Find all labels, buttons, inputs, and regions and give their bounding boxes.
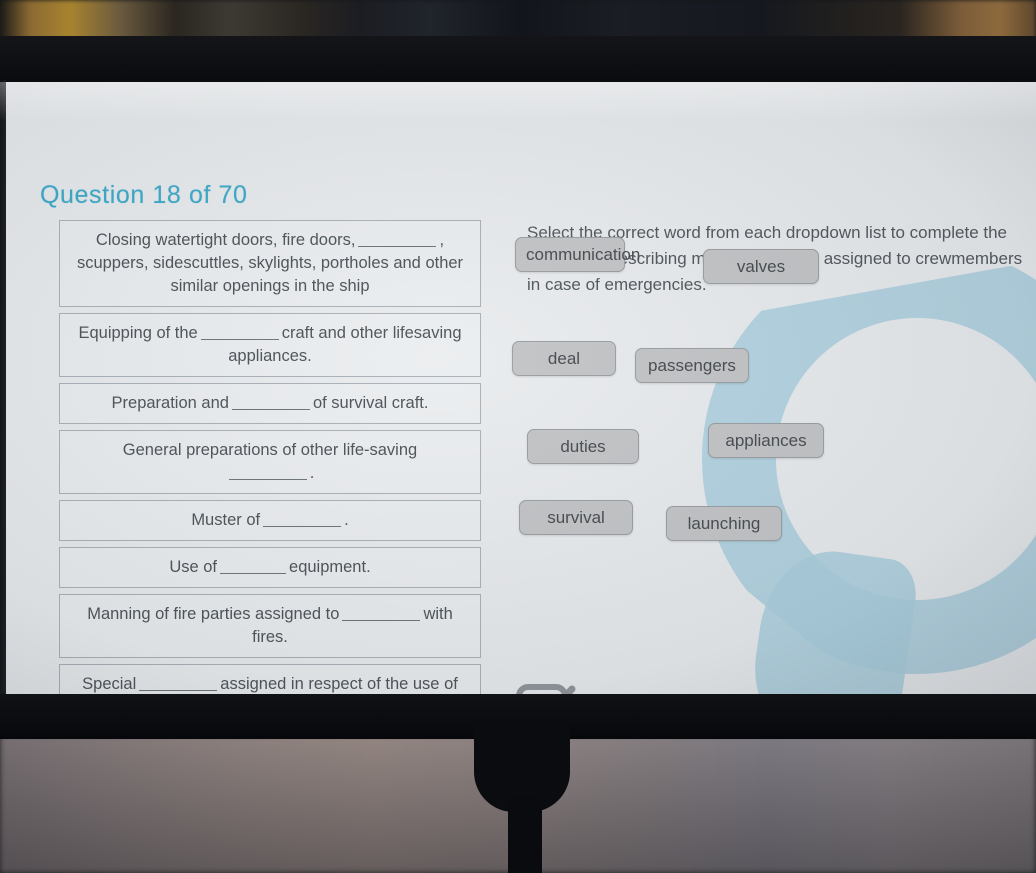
- sentence-post-text: of survival craft.: [312, 394, 429, 412]
- sentence-pre-text: General preparations of other life-savin…: [122, 441, 418, 459]
- sentence-item-muster-of[interactable]: Muster of.: [59, 500, 481, 541]
- monitor-screen: Question 18 of 70 Closing watertight doo…: [6, 82, 1036, 694]
- word-option-survival[interactable]: survival: [519, 500, 633, 535]
- sentence-item-closing-watertight-doors[interactable]: Closing watertight doors, fire doors,, s…: [59, 220, 481, 307]
- sentence-post-text: .: [344, 511, 349, 529]
- sentence-post-text: equipment.: [289, 558, 371, 576]
- dropdown-blank[interactable]: [342, 605, 421, 621]
- dropdown-blank[interactable]: [263, 511, 342, 527]
- sentence-item-special-duties[interactable]: Special assigned in respect of the use of…: [59, 664, 481, 694]
- checkbox-checked-icon[interactable]: [514, 679, 580, 694]
- sentence-pre-text: Use of: [169, 558, 218, 576]
- word-option-communication[interactable]: communication: [515, 237, 640, 272]
- monitor-bezel-top: [0, 36, 1036, 84]
- sentence-pre-text: Preparation and: [111, 394, 229, 412]
- sentence-pre-text: Special: [82, 675, 137, 693]
- monitor-stand-pole: [508, 795, 542, 873]
- sentence-pre-text: Closing watertight doors, fire doors,: [95, 231, 356, 249]
- sentence-item-preparation-survival-craft[interactable]: Preparation and of survival craft.: [59, 383, 481, 424]
- sentence-item-manning-fire-parties[interactable]: Manning of fire parties assigned to with …: [59, 594, 481, 658]
- sentence-pre-text: Equipping of the: [78, 324, 198, 342]
- sentence-list: Closing watertight doors, fire doors,, s…: [59, 220, 481, 694]
- dropdown-blank[interactable]: [231, 394, 310, 410]
- dropdown-blank[interactable]: [200, 324, 279, 340]
- sentence-pre-text: Muster of: [191, 511, 261, 529]
- sentence-item-use-of-equipment[interactable]: Use of equipment.: [59, 547, 481, 588]
- word-option-appliances[interactable]: appliances: [708, 423, 824, 458]
- dropdown-blank[interactable]: [358, 231, 437, 247]
- dropdown-blank[interactable]: [220, 558, 287, 574]
- page-title: Question 18 of 70: [40, 181, 248, 209]
- photographed-monitor-scene: Question 18 of 70 Closing watertight doo…: [0, 0, 1036, 873]
- word-option-duties[interactable]: duties: [527, 429, 639, 464]
- sentence-post-text: .: [309, 464, 315, 482]
- word-option-valves[interactable]: valves: [703, 249, 819, 284]
- dropdown-blank[interactable]: [139, 675, 218, 691]
- word-option-launching[interactable]: launching: [666, 506, 782, 541]
- dropdown-blank[interactable]: [228, 464, 307, 480]
- word-option-passengers[interactable]: passengers: [635, 348, 749, 383]
- sentence-pre-text: Manning of fire parties assigned to: [87, 605, 340, 623]
- word-option-deal[interactable]: deal: [512, 341, 616, 376]
- sentence-item-equipping-craft[interactable]: Equipping of the craft and other lifesavi…: [59, 313, 481, 377]
- sentence-item-general-preparations[interactable]: General preparations of other life-savin…: [59, 430, 481, 494]
